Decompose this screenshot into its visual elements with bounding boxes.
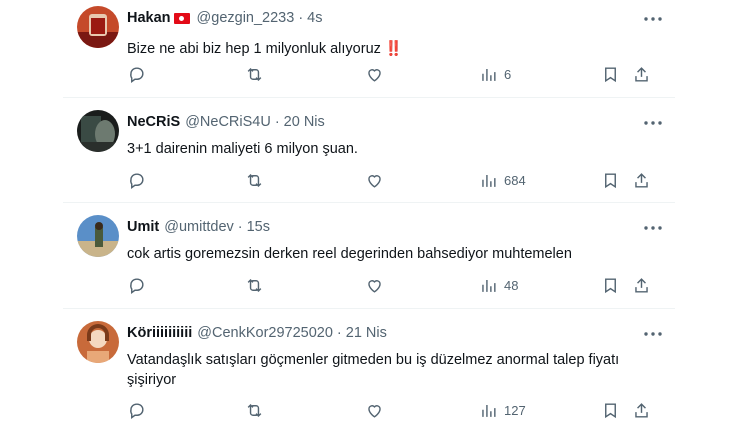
tweet-header: Hakan @gezgin_2233 · 4s bbox=[127, 8, 663, 28]
display-name[interactable]: Hakan bbox=[127, 10, 171, 26]
action-bar: 684 bbox=[127, 168, 665, 192]
share-button[interactable] bbox=[632, 273, 651, 297]
more-options-icon[interactable] bbox=[643, 223, 663, 233]
reply-icon bbox=[130, 172, 144, 189]
repost-icon bbox=[247, 67, 262, 81]
tweet-header: NeCRiS @NeCRiS4U · 20 Nis bbox=[127, 112, 663, 132]
analytics-icon bbox=[482, 68, 496, 81]
like-button[interactable] bbox=[365, 273, 384, 297]
action-bar: 127 bbox=[127, 398, 665, 422]
share-button[interactable] bbox=[632, 62, 651, 86]
like-button[interactable] bbox=[365, 398, 384, 422]
bookmark-button[interactable] bbox=[601, 62, 620, 86]
views-button[interactable]: 127 bbox=[479, 398, 526, 422]
views-count: 684 bbox=[504, 172, 526, 188]
reply-tweet[interactable]: NeCRiS @NeCRiS4U · 20 Nis 3+1 dairenin m… bbox=[63, 98, 675, 203]
double-exclamation-icon: ‼️ bbox=[384, 41, 403, 57]
tweet-time[interactable]: 15s bbox=[247, 219, 270, 235]
bookmark-icon bbox=[605, 172, 616, 188]
tweet-time[interactable]: 4s bbox=[307, 10, 322, 26]
share-icon bbox=[635, 402, 648, 418]
heart-icon bbox=[368, 279, 381, 293]
reply-icon bbox=[130, 277, 144, 294]
separator-dot: · bbox=[237, 219, 243, 235]
analytics-icon bbox=[482, 279, 496, 292]
repost-button[interactable] bbox=[245, 398, 264, 422]
separator-dot: · bbox=[336, 325, 342, 341]
repost-icon bbox=[247, 173, 262, 187]
views-button[interactable]: 684 bbox=[479, 168, 526, 192]
display-name[interactable]: Köriiiiiiiiii bbox=[127, 325, 192, 341]
reply-button[interactable] bbox=[127, 273, 146, 297]
heart-icon bbox=[368, 174, 381, 188]
separator-dot: · bbox=[274, 114, 280, 130]
tweet-time[interactable]: 20 Nis bbox=[284, 114, 325, 130]
action-bar: 48 bbox=[127, 273, 665, 297]
reply-button[interactable] bbox=[127, 62, 146, 86]
analytics-icon bbox=[482, 404, 496, 417]
bookmark-icon bbox=[605, 402, 616, 418]
avatar[interactable] bbox=[77, 215, 119, 257]
heart-icon bbox=[368, 68, 381, 82]
separator-dot: · bbox=[298, 10, 304, 26]
bookmark-button[interactable] bbox=[601, 168, 620, 192]
reply-feed: Hakan @gezgin_2233 · 4s Bize ne abi biz … bbox=[63, 0, 675, 423]
user-handle[interactable]: @NeCRiS4U bbox=[185, 114, 271, 130]
views-count: 127 bbox=[504, 402, 526, 418]
like-button[interactable] bbox=[365, 62, 384, 86]
heart-icon bbox=[368, 404, 381, 418]
reply-icon bbox=[130, 402, 144, 419]
user-handle[interactable]: @gezgin_2233 bbox=[197, 10, 295, 26]
views-button[interactable]: 6 bbox=[479, 62, 511, 86]
analytics-icon bbox=[482, 174, 496, 187]
tweet-header: Köriiiiiiiiii @CenkKor29725020 · 21 Nis bbox=[127, 323, 663, 343]
display-name[interactable]: Umit bbox=[127, 219, 159, 235]
reply-button[interactable] bbox=[127, 168, 146, 192]
share-icon bbox=[635, 277, 648, 293]
views-count: 6 bbox=[504, 66, 512, 82]
bookmark-icon bbox=[605, 277, 616, 293]
views-count: 48 bbox=[504, 277, 519, 293]
more-options-icon[interactable] bbox=[643, 118, 663, 128]
reply-tweet[interactable]: Hakan @gezgin_2233 · 4s Bize ne abi biz … bbox=[63, 0, 675, 98]
tweet-header: Umit @umittdev · 15s bbox=[127, 217, 663, 237]
avatar[interactable] bbox=[77, 321, 119, 363]
turkey-flag-icon bbox=[173, 12, 190, 24]
tweet-text: 3+1 dairenin maliyeti 6 milyon şuan. bbox=[127, 141, 358, 157]
repost-icon bbox=[247, 403, 262, 417]
share-button[interactable] bbox=[632, 168, 651, 192]
reply-tweet[interactable]: Umit @umittdev · 15s cok artis goremezsi… bbox=[63, 203, 675, 309]
tweet-time[interactable]: 21 Nis bbox=[346, 325, 387, 341]
share-icon bbox=[635, 66, 648, 82]
avatar[interactable] bbox=[77, 6, 119, 48]
avatar[interactable] bbox=[77, 110, 119, 152]
like-button[interactable] bbox=[365, 168, 384, 192]
more-options-icon[interactable] bbox=[643, 14, 663, 24]
bookmark-button[interactable] bbox=[601, 398, 620, 422]
share-button[interactable] bbox=[632, 398, 651, 422]
share-icon bbox=[635, 172, 648, 188]
user-handle[interactable]: @CenkKor29725020 bbox=[197, 325, 333, 341]
reply-tweet[interactable]: Köriiiiiiiiii @CenkKor29725020 · 21 Nis … bbox=[63, 309, 675, 423]
tweet-text: Vatandaşlık satışları göçmenler gitmeden… bbox=[127, 352, 620, 388]
display-name[interactable]: NeCRiS bbox=[127, 114, 180, 130]
reply-button[interactable] bbox=[127, 398, 146, 422]
more-options-icon[interactable] bbox=[643, 329, 663, 339]
tweet-text: cok artis goremezsin derken reel degerin… bbox=[127, 246, 572, 262]
user-handle[interactable]: @umittdev bbox=[164, 219, 234, 235]
bookmark-icon bbox=[605, 66, 616, 82]
views-button[interactable]: 48 bbox=[479, 273, 518, 297]
repost-button[interactable] bbox=[245, 168, 264, 192]
reply-icon bbox=[130, 66, 144, 83]
action-bar: 6 bbox=[127, 62, 665, 86]
bookmark-button[interactable] bbox=[601, 273, 620, 297]
tweet-text: Bize ne abi biz hep 1 milyonluk alıyoruz… bbox=[127, 41, 403, 57]
repost-button[interactable] bbox=[245, 273, 264, 297]
repost-icon bbox=[247, 278, 262, 292]
repost-button[interactable] bbox=[245, 62, 264, 86]
